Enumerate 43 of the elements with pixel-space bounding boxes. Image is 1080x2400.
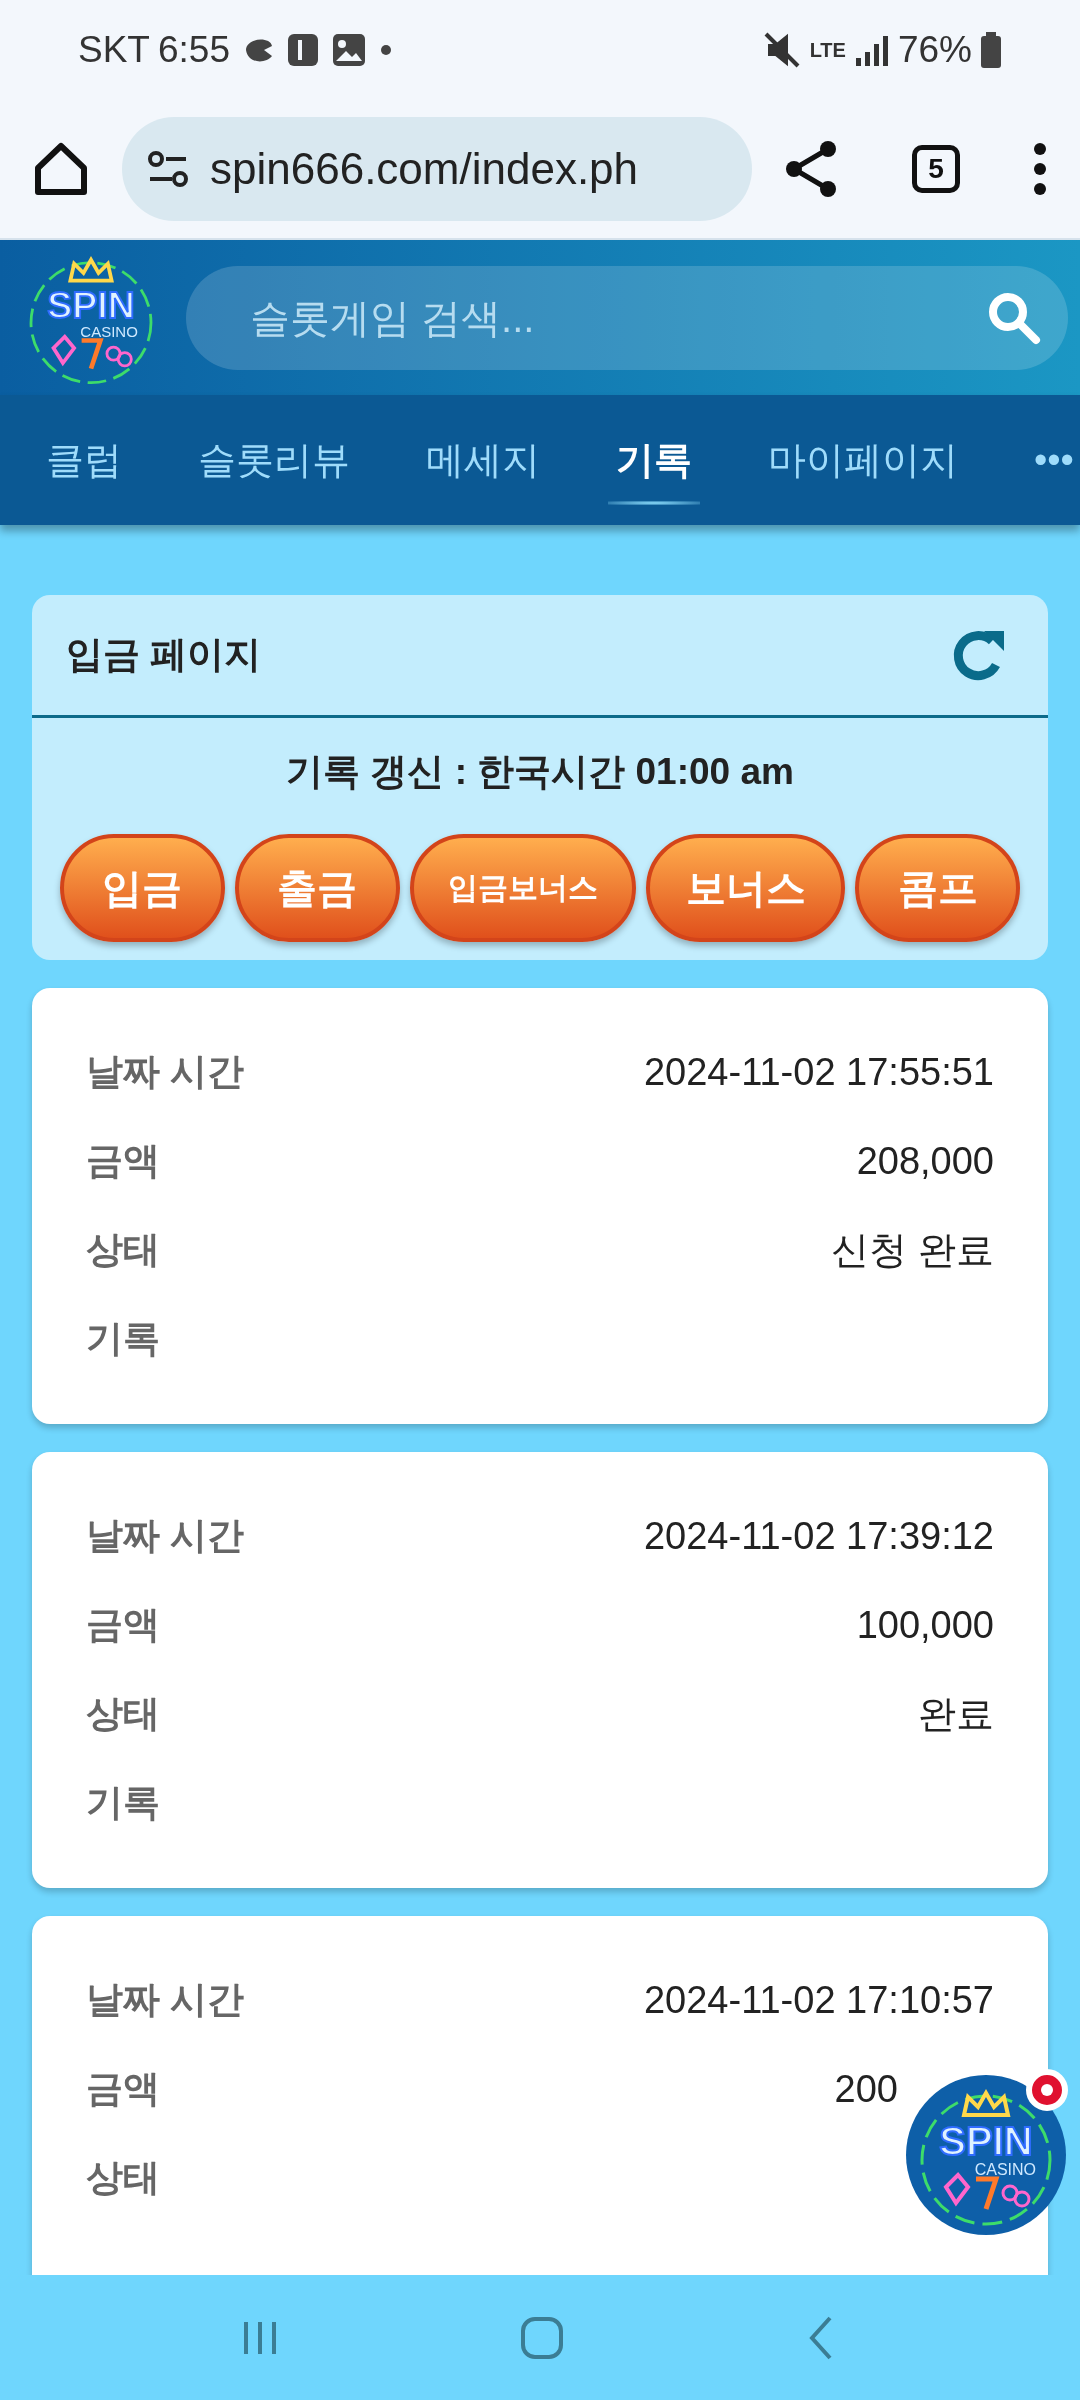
image-icon <box>330 31 368 69</box>
carrier-label: SKT <box>78 28 150 73</box>
nav-tab[interactable]: 기록 <box>578 411 730 509</box>
network-label: LTE <box>809 38 846 63</box>
field-value: 200 <box>834 2066 898 2112</box>
field-label: 기록 <box>86 1317 160 1362</box>
category-button[interactable]: 보너스 <box>646 833 846 942</box>
field-label: 상태 <box>86 2156 160 2201</box>
nav-tab[interactable]: 슬롯리뷰 <box>160 411 388 509</box>
field-label: 금액 <box>86 2067 160 2112</box>
battery-icon <box>980 31 1002 69</box>
field-label: 날짜 시간 <box>86 1978 245 2023</box>
field-value: 신청 완료 <box>831 1227 994 1273</box>
category-button[interactable]: 출금 <box>234 833 400 942</box>
panel-title: 입금 페이지 <box>66 633 262 678</box>
nav-tab[interactable]: 메세지 <box>388 411 578 509</box>
nav-tab[interactable]: ••• <box>996 411 1080 509</box>
field-value: 208,000 <box>856 1138 994 1184</box>
nav-tab[interactable]: 클럽 <box>8 411 160 509</box>
address-bar[interactable]: spin666.com/index.ph <box>122 117 752 221</box>
search-bar[interactable]: 슬롯게임 검색... <box>186 265 1068 370</box>
search-field[interactable]: 슬롯게임 검색... <box>248 286 986 349</box>
field-label: 기록 <box>86 1781 160 1826</box>
update-notice: 기록 갱신 : 한국시간 01:00 am <box>285 750 795 794</box>
category-button[interactable]: 입금 <box>60 833 225 942</box>
field-value: 2024-11-02 17:55:51 <box>643 1049 994 1095</box>
field-value: 100,000 <box>856 1602 994 1648</box>
battery-label: 76% <box>897 28 972 73</box>
category-button[interactable]: 콤프 <box>855 833 1020 942</box>
nav-tab[interactable]: 마이페이지 <box>730 411 996 509</box>
field-value: 2024-11-02 17:39:12 <box>643 1513 994 1559</box>
clock: 6:55 <box>157 28 230 73</box>
field-label: 금액 <box>86 1603 160 1648</box>
field-label: 상태 <box>86 1692 160 1737</box>
field-value: 2024-11-02 17:10:57 <box>643 1977 994 2023</box>
field-label: 날짜 시간 <box>86 1514 245 1559</box>
url-text: spin666.com/index.ph <box>210 143 639 195</box>
field-label: 상태 <box>86 1228 160 1273</box>
field-label: 날짜 시간 <box>86 1050 245 1095</box>
category-button[interactable]: 입금보너스 <box>409 833 637 942</box>
field-label: 금액 <box>86 1139 160 1184</box>
tab-count[interactable]: 5 <box>912 145 960 193</box>
field-value: 완료 <box>918 1691 994 1737</box>
